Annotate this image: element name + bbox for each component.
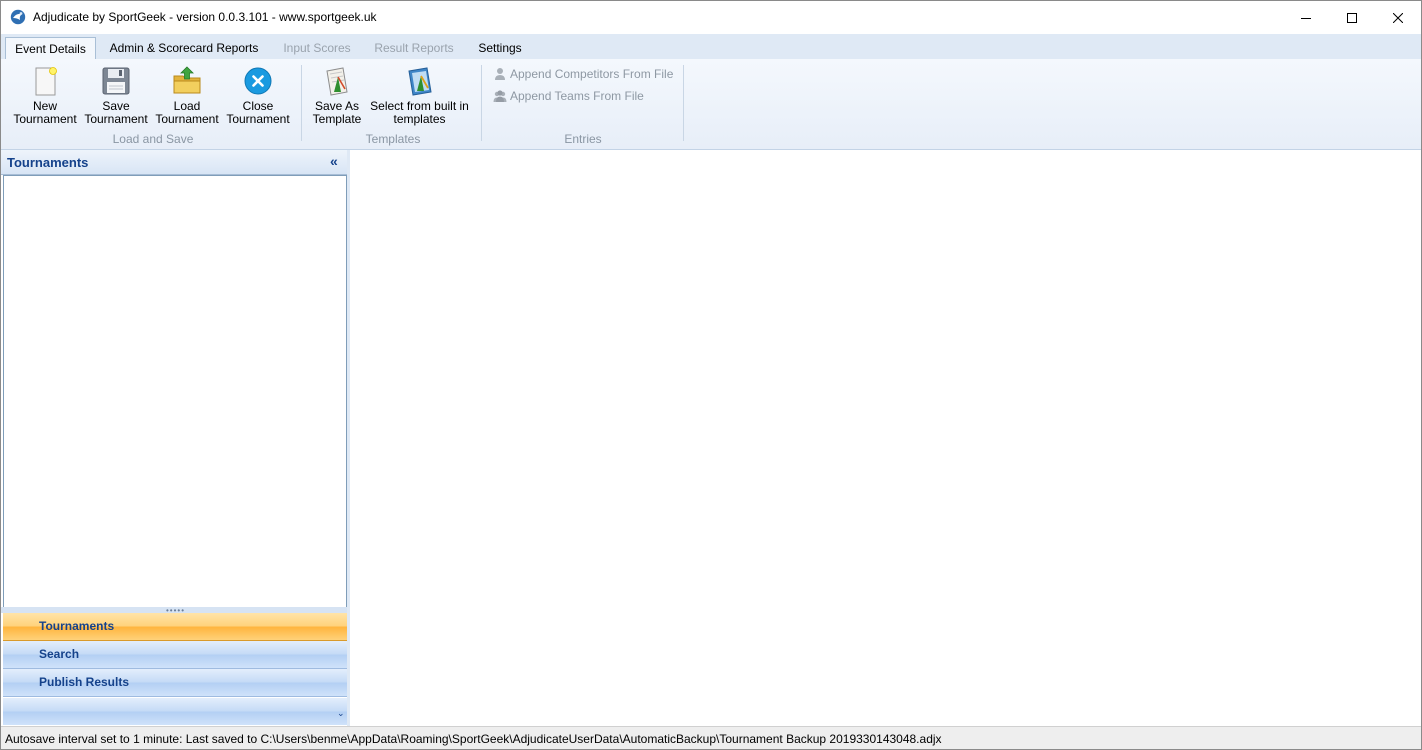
tournaments-list-panel[interactable] [3, 175, 347, 608]
append-teams-label: Append Teams From File [510, 89, 644, 103]
tab-input-scores[interactable]: Input Scores [277, 38, 357, 58]
ribbon-group-separator [683, 65, 684, 141]
person-icon [495, 68, 505, 80]
tab-settings[interactable]: Settings [471, 38, 529, 58]
close-tournament-button[interactable]: Close Tournament [224, 65, 292, 129]
tab-admin-scorecard-reports[interactable]: Admin & Scorecard Reports [102, 38, 266, 58]
nav-button-search[interactable]: Search [3, 641, 347, 669]
title-bar[interactable]: Adjudicate by SportGeek - version 0.0.3.… [1, 1, 1421, 34]
select-template-label-line2: templates [393, 112, 446, 126]
close-circle-icon [244, 67, 272, 95]
nav-pane-title: Tournaments [7, 155, 89, 170]
chevron-down-icon: ⌄ [337, 708, 345, 718]
group-icon [493, 90, 507, 102]
minimize-button[interactable] [1283, 1, 1329, 34]
append-teams-button[interactable]: Append Teams From File [493, 87, 644, 105]
main-content-area [350, 150, 1421, 726]
new-document-icon [35, 67, 57, 96]
tab-result-reports[interactable]: Result Reports [368, 38, 460, 58]
group-label-entries: Entries [564, 132, 602, 146]
tab-event-details[interactable]: Event Details [5, 37, 96, 60]
load-tournament-label-line2: Tournament [155, 112, 219, 126]
status-bar: Autosave interval set to 1 minute: Last … [1, 726, 1421, 749]
nav-button-label: Tournaments [39, 619, 115, 633]
save-tournament-button[interactable]: Save Tournament [82, 65, 150, 129]
new-tournament-label-line2: Tournament [13, 112, 77, 126]
ribbon-group-separator [301, 65, 302, 141]
new-tournament-button[interactable]: New Tournament [9, 65, 81, 129]
nav-button-label: Search [39, 647, 80, 661]
status-text: Autosave interval set to 1 minute: Last … [5, 732, 942, 746]
open-folder-icon [173, 66, 201, 94]
maximize-button[interactable] [1329, 1, 1375, 34]
collapse-pane-button[interactable]: « [330, 153, 338, 169]
template-select-icon [407, 67, 432, 96]
window-title: Adjudicate by SportGeek - version 0.0.3.… [33, 10, 377, 24]
ribbon-group-separator [481, 65, 482, 141]
group-label-templates: Templates [365, 132, 421, 146]
nav-pane-overflow-bar[interactable]: ⌄ [3, 698, 347, 725]
save-as-template-button[interactable]: Save As Template [307, 65, 367, 129]
minimize-icon [1301, 17, 1311, 19]
append-competitors-label: Append Competitors From File [510, 67, 674, 81]
group-label-load-and-save: Load and Save [112, 132, 194, 146]
template-save-icon [326, 67, 348, 96]
save-tournament-label-line2: Tournament [84, 112, 148, 126]
maximize-icon [1347, 12, 1357, 23]
nav-button-publish-results[interactable]: Publish Results [3, 669, 347, 697]
close-icon [1393, 12, 1403, 23]
floppy-disk-icon [102, 67, 130, 95]
select-built-in-template-button[interactable]: Select from built in templates [367, 65, 472, 129]
nav-button-tournaments[interactable]: Tournaments [3, 613, 347, 641]
save-as-template-label-line2: Template [312, 112, 362, 126]
app-window: Adjudicate by SportGeek - version 0.0.3.… [0, 0, 1422, 750]
load-tournament-button[interactable]: Load Tournament [153, 65, 221, 129]
sportgeek-logo-icon [10, 9, 26, 25]
close-tournament-label-line2: Tournament [226, 112, 290, 126]
ribbon-panel: New Tournament Save Tournament Load Tour… [1, 59, 1421, 150]
ribbon-tab-strip: Event Details Admin & Scorecard Reports … [1, 34, 1421, 60]
append-competitors-button[interactable]: Append Competitors From File [493, 65, 673, 83]
nav-pane-header: Tournaments « [1, 150, 347, 175]
close-window-button[interactable] [1375, 1, 1421, 34]
nav-button-label: Publish Results [39, 675, 130, 689]
